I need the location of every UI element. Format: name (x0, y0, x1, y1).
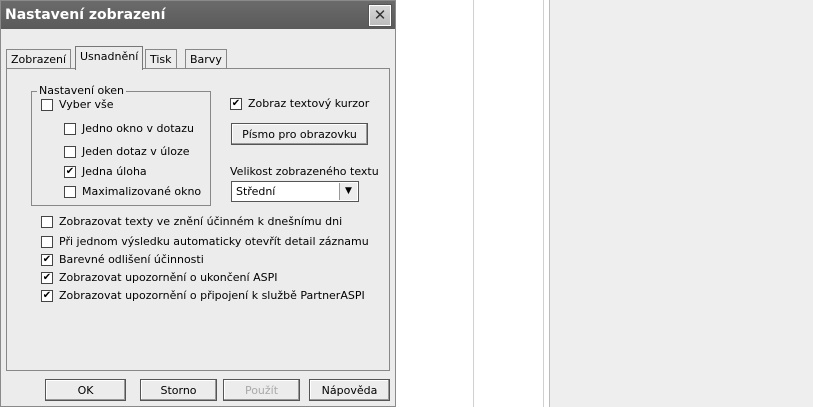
checkbox-box[interactable] (64, 185, 76, 198)
chevron-down-icon[interactable]: ▼ (339, 183, 357, 200)
maximized-window-checkbox[interactable]: Maximalizované okno (64, 185, 201, 198)
checkbox-box[interactable] (41, 98, 53, 111)
close-icon[interactable]: ✕ (369, 5, 391, 26)
text-size-value: Střední (236, 185, 276, 198)
checkbox-label: Jedno okno v dotazu (82, 122, 195, 135)
tab-usnadneni[interactable]: Usnadnění (75, 46, 144, 70)
one-task-checkbox[interactable]: ✔ Jedna úloha (64, 165, 147, 178)
checkbox-box[interactable]: ✔ (41, 289, 53, 302)
checkbox-box[interactable] (64, 122, 76, 135)
checkbox-label: Vyber vše (59, 98, 114, 111)
checkbox-label: Maximalizované okno (82, 185, 202, 198)
screen-font-button[interactable]: Písmo pro obrazovku (231, 123, 368, 145)
checkbox-box[interactable]: ✔ (230, 97, 242, 110)
group-title: Nastavení oken (37, 84, 127, 97)
checkbox-label: Zobraz textový kurzor (248, 97, 370, 110)
checkbox-box[interactable]: ✔ (41, 253, 53, 266)
auto-open-detail-checkbox[interactable]: Při jednom výsledku automaticky otevřít … (41, 235, 369, 248)
checkbox-box[interactable] (41, 235, 53, 248)
checkbox-label: Jeden dotaz v úloze (82, 145, 190, 158)
checkbox-box[interactable] (64, 145, 76, 158)
tab-barvy[interactable]: Barvy (185, 49, 227, 69)
checkbox-label: Zobrazovat upozornění o ukončení ASPI (59, 271, 278, 284)
settings-dialog: Nastavení zobrazení ✕ Zobrazení Usnadněn… (0, 0, 396, 407)
color-validity-checkbox[interactable]: ✔ Barevné odlišení účinnosti (41, 253, 204, 266)
tab-zobrazeni[interactable]: Zobrazení (6, 49, 72, 69)
one-query-checkbox[interactable]: Jeden dotaz v úloze (64, 145, 190, 158)
checkbox-label: Jedna úloha (82, 165, 147, 178)
checkbox-box[interactable] (41, 215, 53, 228)
select-all-checkbox[interactable]: Vyber vše (41, 98, 114, 111)
current-text-checkbox[interactable]: Zobrazovat texty ve znění účinném k dneš… (41, 215, 342, 228)
text-cursor-checkbox[interactable]: ✔ Zobraz textový kurzor (230, 97, 369, 110)
checkbox-label: Zobrazovat upozornění o připojení k služ… (59, 289, 365, 302)
checkbox-label: Při jednom výsledku automaticky otevřít … (59, 235, 369, 248)
empty-pane (549, 0, 813, 407)
dialog-title: Nastavení zobrazení (5, 7, 166, 23)
checkbox-box[interactable]: ✔ (64, 165, 76, 178)
apply-button[interactable]: Použít (223, 379, 300, 401)
one-window-checkbox[interactable]: Jedno okno v dotazu (64, 122, 194, 135)
checkbox-box[interactable]: ✔ (41, 271, 53, 284)
checkbox-label: Zobrazovat texty ve znění účinném k dneš… (59, 215, 343, 228)
text-size-select[interactable]: Střední ▼ (231, 181, 359, 202)
checkbox-label: Barevné odlišení účinnosti (59, 253, 204, 266)
text-size-label: Velikost zobrazeného textu (230, 165, 379, 178)
partneraspi-warning-checkbox[interactable]: ✔ Zobrazovat upozornění o připojení k sl… (41, 289, 365, 302)
ok-button[interactable]: OK (45, 379, 126, 401)
exit-warning-checkbox[interactable]: ✔ Zobrazovat upozornění o ukončení ASPI (41, 271, 277, 284)
help-button[interactable]: Nápověda (309, 379, 390, 401)
title-bar: Nastavení zobrazení ✕ (1, 1, 395, 29)
divider (473, 0, 474, 407)
tab-tisk[interactable]: Tisk (145, 49, 177, 69)
cancel-button[interactable]: Storno (140, 379, 217, 401)
divider (543, 0, 544, 407)
